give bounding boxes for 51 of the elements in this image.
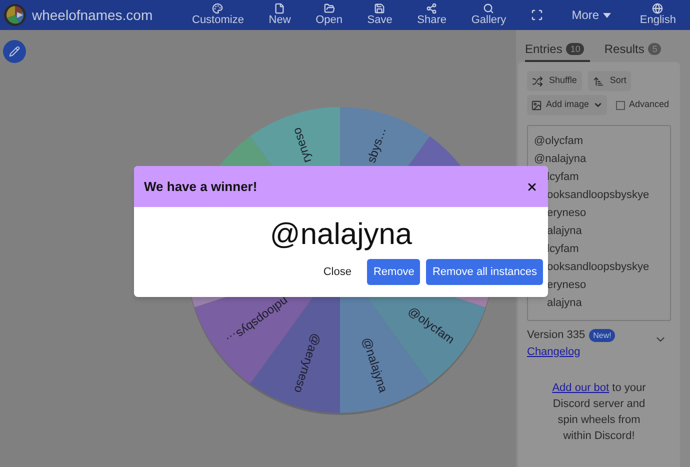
nav-button[interactable]: Customize [192, 3, 244, 27]
entry-line: eryneso [546, 206, 588, 221]
shuffle-icon [532, 76, 543, 86]
entry-line: alajyna [546, 224, 583, 239]
entry-line: @olycfam [534, 134, 584, 149]
close-icon[interactable] [526, 180, 538, 192]
caret-icon [593, 100, 604, 110]
sort-icon [592, 76, 604, 86]
slice-label: sbys… [364, 125, 389, 165]
dialog-button[interactable]: Remove [367, 259, 420, 285]
dialog-button[interactable]: Remove all instances [426, 259, 543, 285]
save-icon [374, 3, 386, 14]
count-badge: 10 [566, 43, 584, 55]
winner-name: @nalajyna [268, 217, 414, 253]
changelog-link[interactable]: Changelog [527, 344, 616, 360]
discord-text: Add our bot to your Discord server and spin wheels from within Discord! [551, 381, 647, 444]
open-icon [324, 3, 335, 14]
shuffle-button[interactable]: Shuffle [527, 71, 582, 91]
nav-button[interactable]: New [268, 3, 291, 27]
fullscreen-icon[interactable] [530, 9, 543, 21]
add-bot-link[interactable]: Add our bot [552, 382, 610, 394]
sort-button[interactable]: Sort [588, 71, 632, 91]
share-icon [426, 3, 438, 14]
nav-button[interactable]: Share [417, 3, 447, 27]
entry-line: alajyna [546, 296, 583, 311]
image-icon [531, 100, 542, 110]
new-icon [274, 3, 286, 14]
dialog-title: We have a winner! [144, 178, 258, 196]
logo-icon [4, 4, 26, 26]
new-badge: New! [589, 328, 616, 342]
customize-icon [212, 3, 224, 14]
caret-icon [603, 12, 612, 18]
entry-line: eryneso [546, 278, 588, 293]
entry-line: @nalajyna [534, 152, 588, 167]
site-name: wheelofnames.com [32, 6, 154, 24]
edit-button[interactable] [3, 40, 26, 63]
slice-label: ryneso [290, 126, 314, 164]
nav-button[interactable]: Open [316, 3, 342, 27]
advanced-checkbox[interactable] [616, 100, 626, 110]
more-menu-button[interactable]: More [568, 6, 616, 24]
gallery-icon [483, 3, 494, 14]
language-icon [652, 3, 664, 14]
advanced-label: Advanced [629, 98, 670, 112]
nav-button[interactable]: Gallery [471, 3, 506, 27]
nav-button[interactable]: English [640, 3, 676, 27]
version-text: Version 335 [527, 328, 586, 343]
add-image-button[interactable]: Add image [527, 95, 608, 115]
nav-button[interactable]: Save [367, 3, 392, 27]
entry-line: ooksandloopsbyskye [546, 188, 650, 203]
close-button[interactable]: Close [313, 259, 362, 285]
pencil-icon [9, 46, 20, 57]
